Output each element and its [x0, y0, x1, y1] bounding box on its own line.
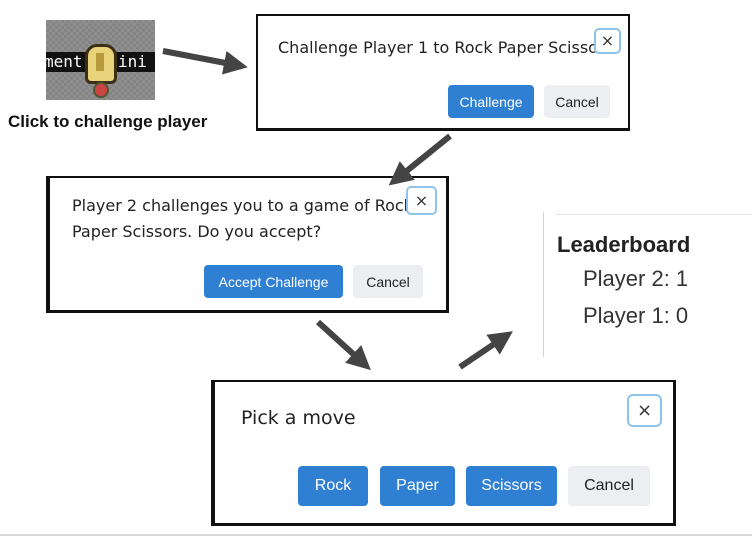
arrow-to-incoming-dialog	[388, 133, 452, 186]
flow-arrows	[162, 48, 513, 371]
arrow-to-leaderboard	[458, 331, 513, 370]
arrow-to-challenge-dialog	[162, 48, 248, 75]
arrow-to-pick-move	[315, 319, 371, 371]
